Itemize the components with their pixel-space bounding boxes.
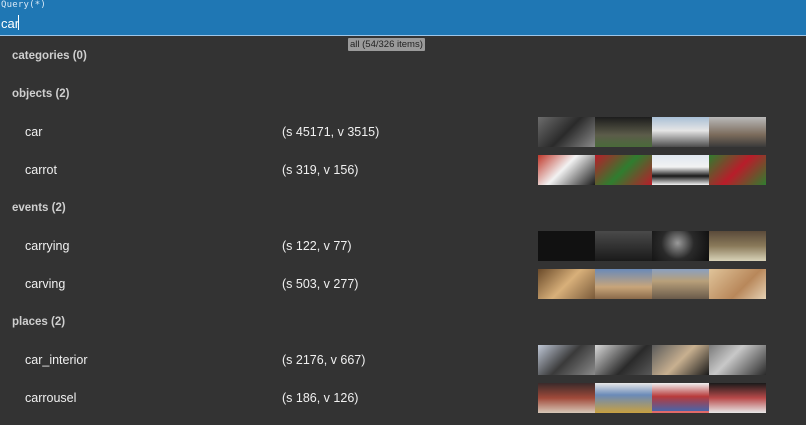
thumbnail-image[interactable] [652,345,709,375]
thumbnail-image[interactable] [652,117,709,147]
result-row-carrying[interactable]: carrying (s 122, v 77) [0,227,806,265]
section-header-events: events (2) [12,202,66,214]
section-header-objects: objects (2) [12,88,70,100]
thumbnail-image[interactable] [595,117,652,147]
query-label: Query(*) [1,0,46,10]
result-name: carrousel [25,391,77,405]
thumbnail-image[interactable] [709,117,766,147]
thumbnail-image[interactable] [709,345,766,375]
thumbnail-image[interactable] [652,155,709,185]
thumbnail-image[interactable] [709,269,766,299]
thumbnail-strip [538,383,766,413]
thumbnail-image[interactable] [538,155,595,185]
result-row-carrot[interactable]: carrot (s 319, v 156) [0,151,806,189]
result-row-carrousel[interactable]: carrousel (s 186, v 126) [0,379,806,417]
thumbnail-image[interactable] [652,269,709,299]
thumbnail-image[interactable] [595,155,652,185]
result-name: car_interior [25,353,88,367]
thumbnail-image[interactable] [595,231,652,261]
result-name: carrying [25,239,70,253]
section-header-categories: categories (0) [12,50,87,62]
result-name: carrot [25,163,57,177]
result-stats: (s 2176, v 667) [282,353,366,367]
results-list: categories (0) objects (2) car (s 45171,… [0,37,806,417]
thumbnail-image[interactable] [709,155,766,185]
thumbnail-image[interactable] [538,231,595,261]
result-stats: (s 186, v 126) [282,391,359,405]
thumbnail-image[interactable] [538,345,595,375]
thumbnail-image[interactable] [595,383,652,413]
thumbnail-image[interactable] [652,231,709,261]
thumbnail-image[interactable] [538,117,595,147]
result-name: car [25,125,43,139]
thumbnail-strip [538,155,766,185]
thumbnail-image[interactable] [709,383,766,413]
query-bar: Query(*) [0,0,806,36]
query-input[interactable] [0,13,801,33]
thumbnail-strip [538,269,766,299]
thumbnail-strip [538,345,766,375]
thumbnail-image[interactable] [709,231,766,261]
result-stats: (s 319, v 156) [282,163,359,177]
thumbnail-image[interactable] [652,383,709,413]
thumbnail-image[interactable] [538,383,595,413]
result-row-carving[interactable]: carving (s 503, v 277) [0,265,806,303]
thumbnail-image[interactable] [595,345,652,375]
section-header-places: places (2) [12,316,66,328]
result-stats: (s 45171, v 3515) [282,125,380,139]
thumbnail-image[interactable] [538,269,595,299]
thumbnail-strip [538,231,766,261]
result-stats: (s 503, v 277) [282,277,359,291]
text-caret [18,15,19,30]
result-name: carving [25,277,66,291]
thumbnail-image[interactable] [595,269,652,299]
result-row-car-interior[interactable]: car_interior (s 2176, v 667) [0,341,806,379]
thumbnail-strip [538,117,766,147]
result-stats: (s 122, v 77) [282,239,352,253]
result-row-car[interactable]: car (s 45171, v 3515) [0,113,806,151]
